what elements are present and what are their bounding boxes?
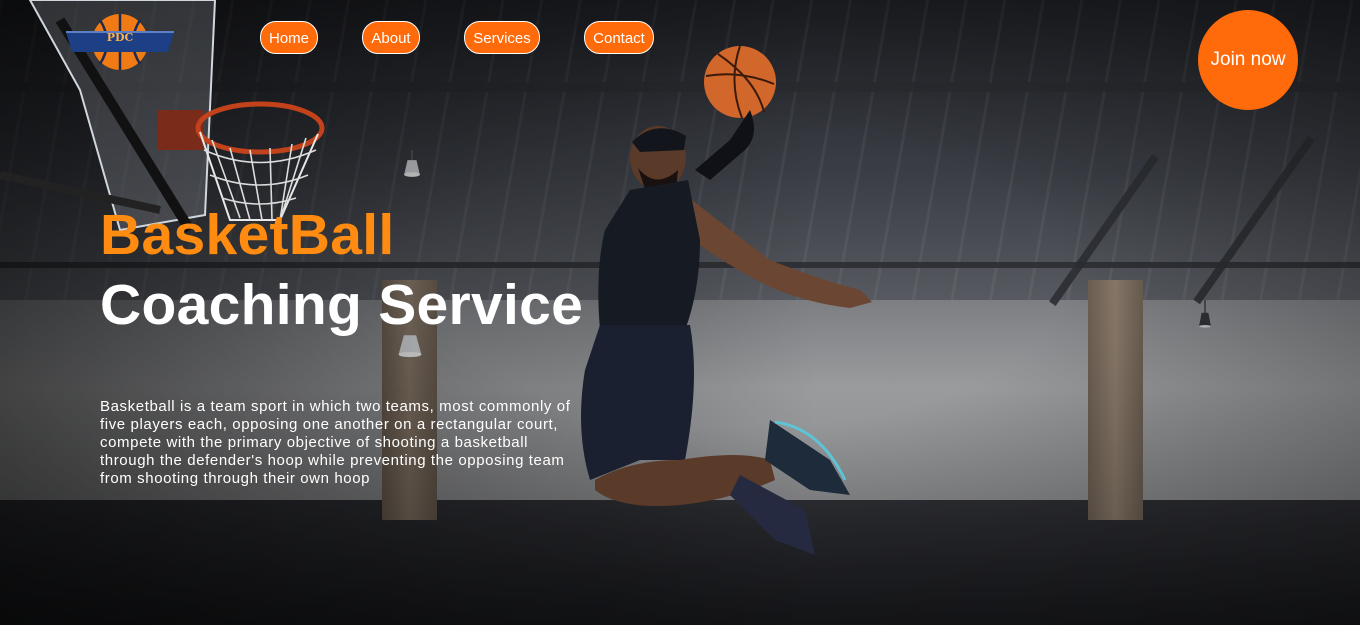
hero-title-main: Coaching Service: [100, 273, 584, 337]
hero-description: Basketball is a team sport in which two …: [100, 398, 571, 487]
pdc-logo[interactable]: PDC: [64, 12, 176, 72]
join-now-button[interactable]: Join now: [1198, 10, 1298, 110]
basketball-player-image: [581, 45, 872, 555]
nav-contact-button[interactable]: Contact: [584, 21, 654, 54]
nav-about-button[interactable]: About: [362, 21, 420, 54]
nav-home-button[interactable]: Home: [260, 21, 318, 54]
logo-text: PDC: [106, 31, 134, 44]
nav-services-button[interactable]: Services: [464, 21, 540, 54]
hero-title-highlight: BasketBall: [100, 203, 395, 267]
